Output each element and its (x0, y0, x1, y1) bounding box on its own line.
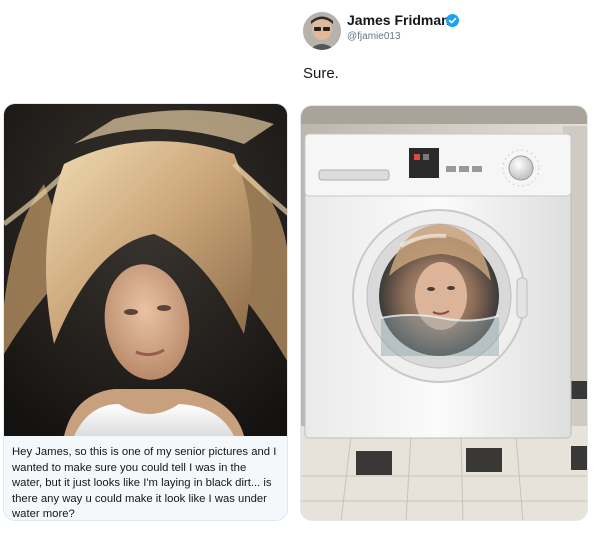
avatar[interactable] (303, 12, 341, 50)
tweet-text: Sure. (303, 65, 339, 82)
request-caption: Hey James, so this is one of my senior p… (4, 436, 287, 520)
profile-photo (303, 12, 341, 50)
verified-badge-icon (446, 14, 459, 27)
request-card: Hey James, so this is one of my senior p… (3, 103, 288, 521)
senior-portrait-photo (4, 104, 287, 436)
display-name[interactable]: James Fridman (347, 12, 450, 28)
edited-photo-card[interactable] (300, 105, 588, 521)
user-handle[interactable]: @fjamie013 (347, 31, 401, 42)
washing-machine-photo (301, 106, 587, 520)
